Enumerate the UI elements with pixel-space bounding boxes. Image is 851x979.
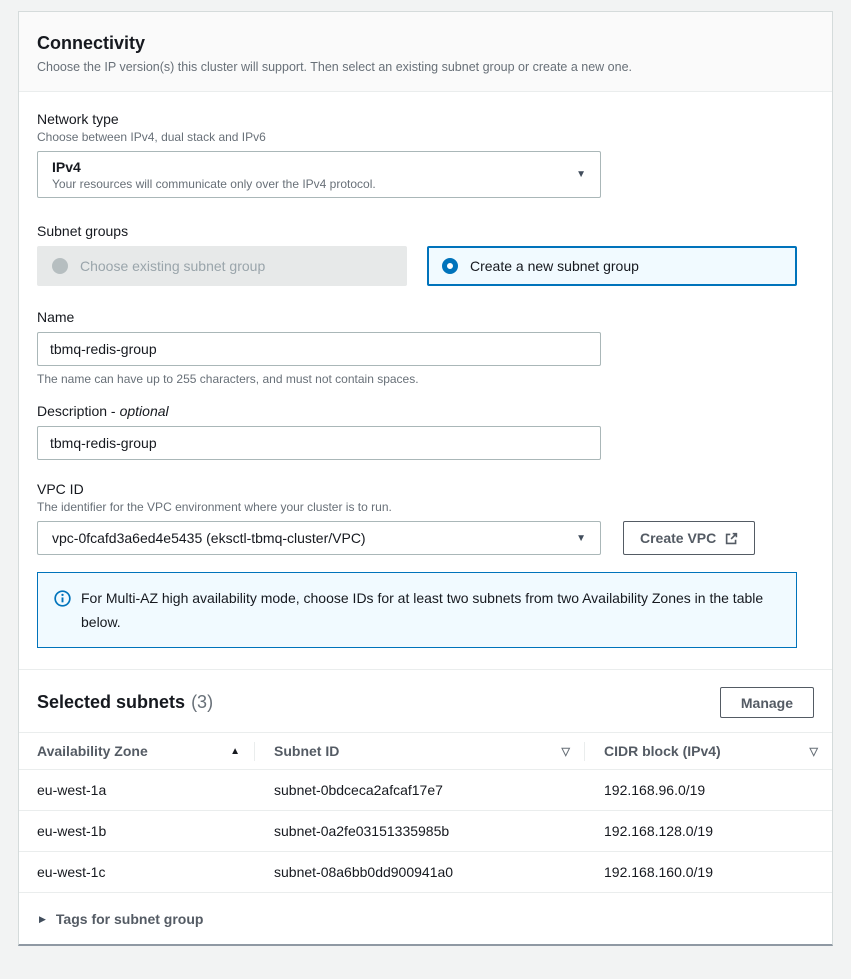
subnet-groups-label: Subnet groups: [37, 223, 814, 239]
caret-right-icon: ▶: [39, 914, 46, 925]
column-header-cidr-block[interactable]: CIDR block (IPv4) ▽: [584, 733, 832, 770]
vpc-id-selected-value: vpc-0fcafd3a6ed4e5435 (eksctl-tbmq-clust…: [52, 530, 366, 546]
description-input[interactable]: [37, 426, 601, 460]
create-vpc-button-label: Create VPC: [640, 530, 716, 546]
external-link-icon: [725, 532, 738, 545]
sort-ascending-icon: ▲: [230, 746, 240, 757]
cell-availability-zone: eu-west-1a: [19, 770, 254, 811]
vpc-id-field: VPC ID The identifier for the VPC enviro…: [37, 481, 814, 555]
panel-header: Connectivity Choose the IP version(s) th…: [19, 12, 832, 92]
selected-subnets-title-text: Selected subnets: [37, 692, 185, 712]
selected-subnets-title: Selected subnets (3): [37, 692, 213, 713]
table-row: eu-west-1c subnet-08a6bb0dd900941a0 192.…: [19, 852, 832, 893]
cell-cidr-block: 192.168.160.0/19: [584, 852, 832, 893]
selected-subnets-count: (3): [191, 692, 213, 712]
table-row: eu-west-1b subnet-0a2fe03151335985b 192.…: [19, 811, 832, 852]
column-label: Subnet ID: [274, 743, 339, 759]
network-type-helper: Choose between IPv4, dual stack and IPv6: [37, 130, 814, 144]
name-label: Name: [37, 309, 814, 325]
tags-for-subnet-group-label: Tags for subnet group: [56, 911, 204, 927]
cell-availability-zone: eu-west-1b: [19, 811, 254, 852]
create-vpc-button[interactable]: Create VPC: [623, 521, 755, 555]
vpc-id-row: vpc-0fcafd3a6ed4e5435 (eksctl-tbmq-clust…: [37, 514, 814, 555]
cell-subnet-id: subnet-0a2fe03151335985b: [254, 811, 584, 852]
network-type-label: Network type: [37, 111, 814, 127]
selected-subnets-table: Availability Zone ▲ Subnet ID ▽ CIDR blo…: [19, 732, 832, 893]
panel-title: Connectivity: [37, 33, 814, 54]
cell-cidr-block: 192.168.128.0/19: [584, 811, 832, 852]
network-type-selected-description: Your resources will communicate only ove…: [52, 177, 376, 191]
table-header-row: Availability Zone ▲ Subnet ID ▽ CIDR blo…: [19, 733, 832, 770]
vpc-id-helper: The identifier for the VPC environment w…: [37, 500, 814, 514]
cell-cidr-block: 192.168.96.0/19: [584, 770, 832, 811]
cell-availability-zone: eu-west-1c: [19, 852, 254, 893]
name-input[interactable]: [37, 332, 601, 366]
column-label: CIDR block (IPv4): [604, 743, 721, 759]
description-optional-text: optional: [120, 403, 169, 419]
subnet-groups-field: Subnet groups Choose existing subnet gro…: [37, 223, 814, 286]
network-type-select[interactable]: IPv4 Your resources will communicate onl…: [37, 151, 601, 198]
tags-for-subnet-group-expander[interactable]: ▶ Tags for subnet group: [19, 893, 832, 944]
choose-existing-subnet-group-label: Choose existing subnet group: [80, 258, 265, 274]
panel-subtitle: Choose the IP version(s) this cluster wi…: [37, 60, 814, 74]
chevron-down-icon: ▼: [576, 169, 586, 180]
multi-az-info-alert: For Multi-AZ high availability mode, cho…: [37, 572, 797, 648]
description-label-text: Description -: [37, 403, 116, 419]
name-field: Name The name can have up to 255 charact…: [37, 309, 814, 386]
radio-checked-icon: [442, 258, 458, 274]
subnet-groups-tiles: Choose existing subnet group Create a ne…: [37, 246, 797, 286]
panel-body: Network type Choose between IPv4, dual s…: [19, 92, 832, 648]
multi-az-info-text: For Multi-AZ high availability mode, cho…: [81, 586, 780, 634]
create-new-subnet-group-tile[interactable]: Create a new subnet group: [427, 246, 797, 286]
name-constraint-text: The name can have up to 255 characters, …: [37, 372, 814, 386]
cell-subnet-id: subnet-08a6bb0dd900941a0: [254, 852, 584, 893]
description-label: Description -optional: [37, 403, 814, 419]
radio-disabled-icon: [52, 258, 68, 274]
selected-subnets-header: Selected subnets (3) Manage: [19, 670, 832, 732]
selected-subnets-section: Selected subnets (3) Manage Availability …: [19, 669, 832, 944]
chevron-down-icon: ▼: [576, 533, 586, 544]
vpc-id-select[interactable]: vpc-0fcafd3a6ed4e5435 (eksctl-tbmq-clust…: [37, 521, 601, 555]
info-icon: [54, 590, 71, 607]
create-new-subnet-group-label: Create a new subnet group: [470, 258, 639, 274]
description-field: Description -optional: [37, 403, 814, 460]
table-row: eu-west-1a subnet-0bdceca2afcaf17e7 192.…: [19, 770, 832, 811]
column-label: Availability Zone: [37, 743, 148, 759]
network-type-field: Network type Choose between IPv4, dual s…: [37, 111, 814, 198]
choose-existing-subnet-group-tile: Choose existing subnet group: [37, 246, 407, 286]
network-type-selected-option: IPv4 Your resources will communicate onl…: [52, 159, 376, 191]
column-header-availability-zone[interactable]: Availability Zone ▲: [19, 733, 254, 770]
column-header-subnet-id[interactable]: Subnet ID ▽: [254, 733, 584, 770]
network-type-selected-label: IPv4: [52, 159, 376, 175]
cell-subnet-id: subnet-0bdceca2afcaf17e7: [254, 770, 584, 811]
connectivity-panel: Connectivity Choose the IP version(s) th…: [18, 11, 833, 946]
sort-icon: ▽: [810, 745, 818, 758]
vpc-id-label: VPC ID: [37, 481, 814, 497]
manage-subnets-button[interactable]: Manage: [720, 687, 814, 718]
sort-icon: ▽: [562, 745, 570, 758]
